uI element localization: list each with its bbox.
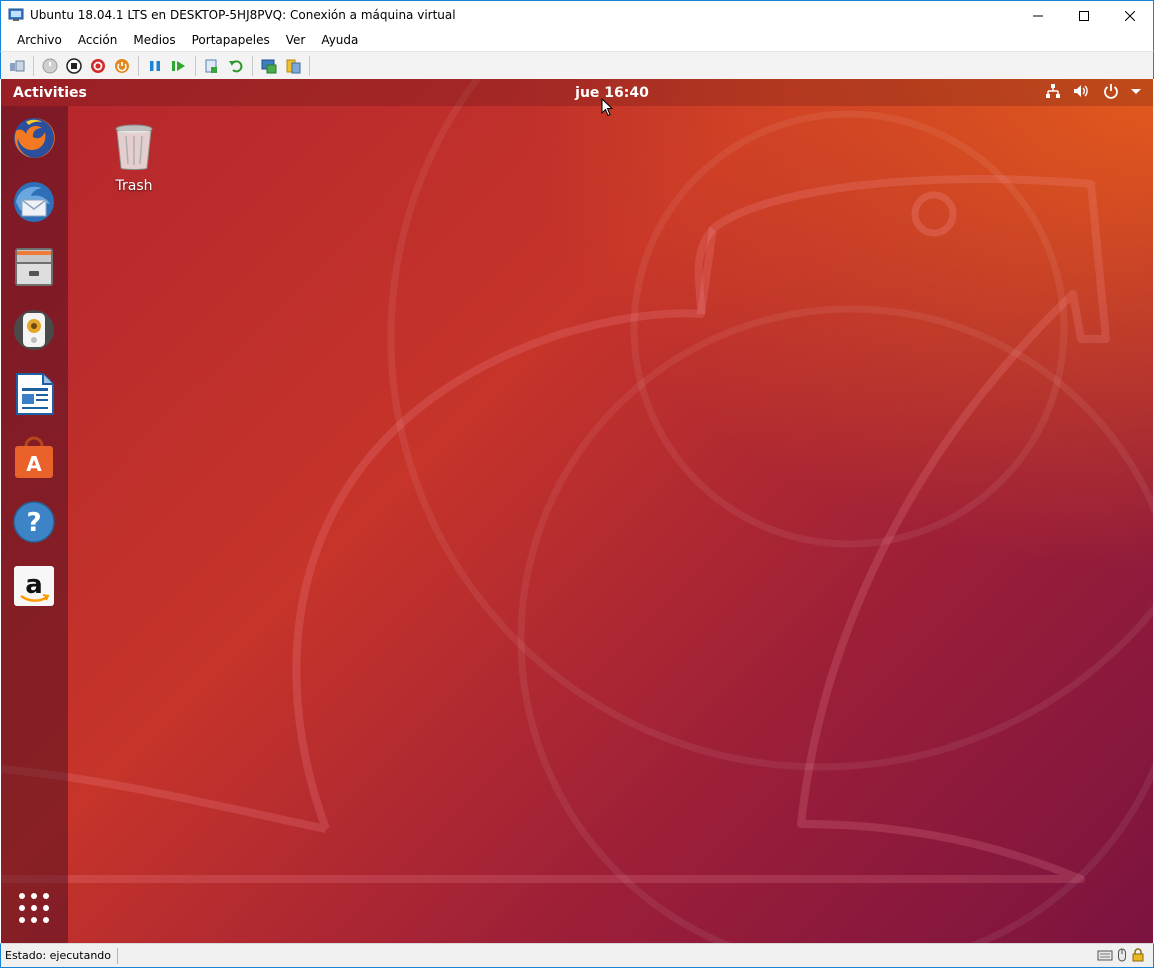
menu-accion[interactable]: Acción: [70, 29, 125, 51]
turn-off-button[interactable]: [64, 56, 84, 76]
ctrl-alt-del-button[interactable]: [7, 56, 27, 76]
resume-icon: [172, 60, 185, 71]
files-icon[interactable]: [12, 244, 56, 288]
menubar: Archivo Acción Medios Portapapeles Ver A…: [0, 29, 1154, 51]
start-icon: [42, 58, 58, 73]
revert-icon: [229, 59, 243, 72]
hyperv-vm-icon: [8, 8, 24, 21]
shutdown-icon: [91, 58, 105, 73]
window-title: Ubuntu 18.04.1 LTS en DESKTOP-5HJ8PVQ: C…: [30, 8, 456, 22]
maximize-button[interactable]: [1061, 1, 1107, 30]
volume-icon[interactable]: [1073, 83, 1091, 99]
enhanced-session-icon: [261, 59, 277, 73]
toolbar-separator: [33, 55, 34, 76]
pause-button[interactable]: [145, 56, 165, 76]
firefox-icon[interactable]: [12, 116, 56, 160]
checkpoint-icon: [205, 59, 217, 73]
keyboard-icon: [1097, 950, 1113, 961]
menu-medios[interactable]: Medios: [125, 29, 183, 51]
libreoffice-writer-icon[interactable]: [12, 372, 56, 416]
checkpoint-button[interactable]: [202, 56, 222, 76]
status-icons: [1097, 948, 1145, 962]
network-icon[interactable]: [1045, 83, 1061, 99]
vm-screen[interactable]: Activities jue 16:40 A ? a Trash: [1, 79, 1153, 943]
show-applications-icon[interactable]: [17, 891, 51, 925]
maximize-icon: [1079, 10, 1089, 21]
menu-ver[interactable]: Ver: [278, 29, 314, 51]
gnome-topbar: Activities jue 16:40: [1, 79, 1153, 106]
pause-icon: [150, 60, 160, 71]
vm-status: Estado: ejecutando: [5, 947, 118, 964]
toolbar-separator: [195, 55, 196, 76]
ubuntu-software-icon[interactable]: A: [12, 436, 56, 480]
lock-icon: [1132, 948, 1144, 962]
toolbar-separator: [252, 55, 253, 76]
menu-portapapeles[interactable]: Portapapeles: [184, 29, 278, 51]
start-button[interactable]: [40, 56, 60, 76]
desktop-icon-trash[interactable]: Trash: [101, 122, 167, 194]
toolbar-separator: [309, 55, 310, 76]
turn-off-icon: [66, 57, 82, 74]
revert-button[interactable]: [226, 56, 246, 76]
svg-text:A: A: [26, 452, 42, 476]
statusbar: Estado: ejecutando: [0, 943, 1154, 968]
mouse-cursor-icon: [601, 98, 613, 117]
dropdown-arrow-icon[interactable]: [1131, 86, 1141, 96]
minimize-button[interactable]: [1015, 1, 1061, 30]
toolbar: [0, 51, 1154, 79]
save-state-button[interactable]: [112, 56, 132, 76]
desktop-icon-label: Trash: [115, 178, 153, 194]
svg-text:?: ?: [26, 508, 41, 538]
window-titlebar: Ubuntu 18.04.1 LTS en DESKTOP-5HJ8PVQ: C…: [0, 0, 1154, 29]
shutdown-button[interactable]: [88, 56, 108, 76]
share-button[interactable]: [283, 56, 303, 76]
ctrl-alt-del-icon: [10, 60, 25, 71]
share-icon: [286, 59, 301, 73]
wallpaper: [1, 79, 1153, 943]
toolbar-separator: [138, 55, 139, 76]
ubuntu-dock: A ? a: [1, 106, 68, 943]
clock[interactable]: jue 16:40: [1, 85, 1153, 101]
save-state-icon: [115, 58, 129, 73]
trash-icon: [115, 124, 153, 170]
mouse-icon: [1118, 948, 1126, 962]
menu-archivo[interactable]: Archivo: [9, 29, 70, 51]
svg-text:a: a: [25, 570, 43, 600]
power-icon[interactable]: [1103, 83, 1119, 99]
menu-ayuda[interactable]: Ayuda: [313, 29, 366, 51]
system-tray[interactable]: [1045, 83, 1141, 99]
amazon-icon[interactable]: a: [12, 564, 56, 608]
close-icon: [1125, 10, 1135, 21]
help-icon[interactable]: ?: [12, 500, 56, 544]
minimize-icon: [1033, 15, 1043, 16]
thunderbird-icon[interactable]: [12, 180, 56, 224]
resume-button[interactable]: [169, 56, 189, 76]
close-button[interactable]: [1107, 1, 1153, 30]
rhythmbox-icon[interactable]: [12, 308, 56, 352]
enhanced-session-button[interactable]: [259, 56, 279, 76]
